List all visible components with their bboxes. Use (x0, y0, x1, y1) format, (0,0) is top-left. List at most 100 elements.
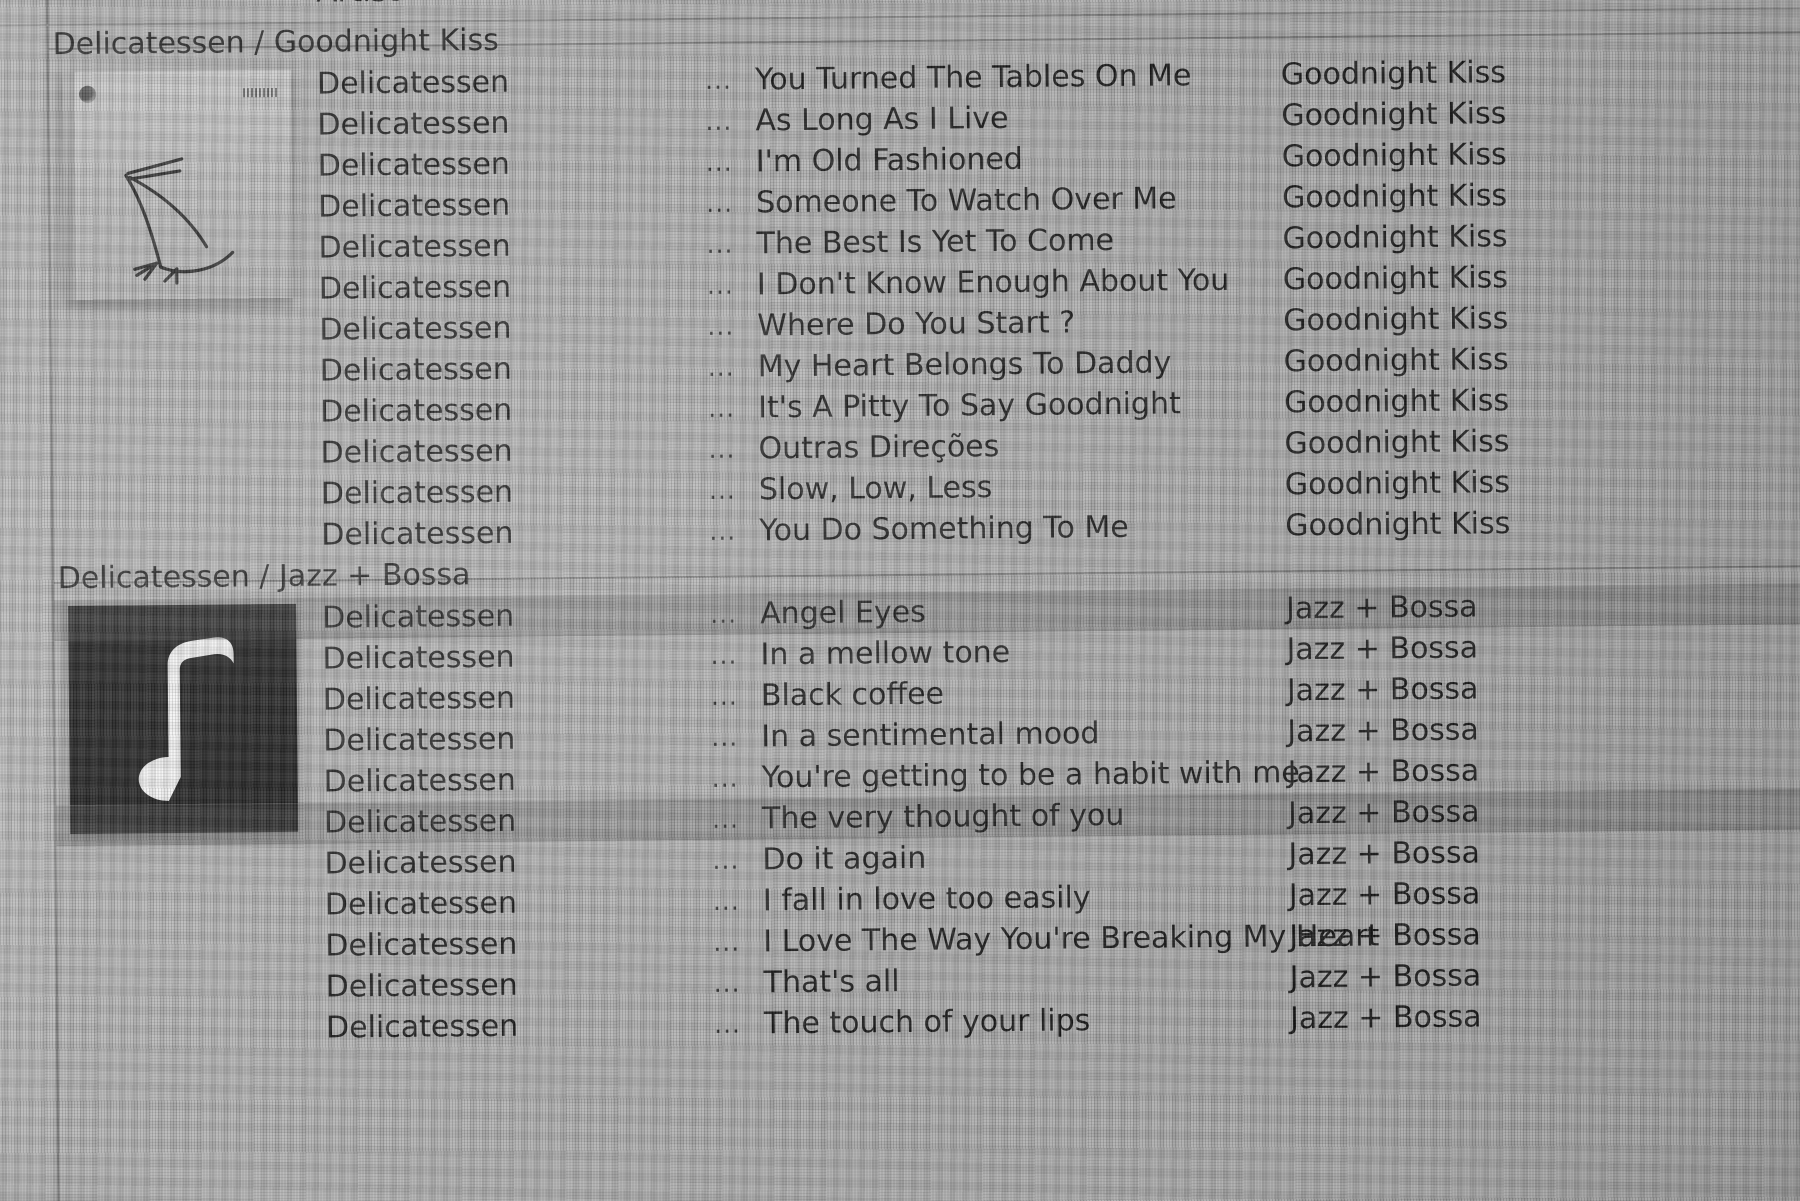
cell-album: Goodnight Kiss (1283, 301, 1509, 339)
cell-artist: Delicatessen (319, 392, 513, 430)
cell-album: Goodnight Kiss (1284, 424, 1510, 462)
cell-title: Angel Eyes (759, 594, 926, 632)
album-group-label: Delicatessen / Jazz + Bossa (57, 557, 471, 597)
cell-artist: Delicatessen (323, 721, 516, 759)
album-group: Delicatessen / Jazz + Bossa Delicatessen.… (53, 541, 1800, 1051)
cell-title: Outras Direções (758, 429, 1000, 467)
cell-title: You're getting to be a habit with me (761, 755, 1300, 796)
cell-overflow[interactable]: ... (708, 347, 735, 388)
cell-title: Where Do You Start ? (757, 305, 1076, 344)
cell-album: Goodnight Kiss (1282, 219, 1508, 257)
cell-artist: Delicatessen (322, 639, 515, 677)
cell-title: Do it again (762, 840, 927, 878)
cell-album: Jazz + Bossa (1289, 917, 1481, 955)
cell-title: The touch of your lips (763, 1003, 1091, 1042)
cell-title: I Don't Know Enough About You (756, 262, 1230, 303)
cell-album: Goodnight Kiss (1280, 55, 1507, 93)
cell-title: My Heart Belongs To Daddy (757, 345, 1172, 385)
cell-overflow[interactable]: ... (711, 717, 738, 758)
cell-overflow[interactable]: ... (708, 429, 735, 470)
cell-title: As Long As I Live (755, 100, 1009, 139)
cell-album: Jazz + Bossa (1289, 999, 1482, 1037)
cell-album: Jazz + Bossa (1288, 876, 1481, 914)
cell-title: Someone To Watch Over Me (755, 181, 1177, 221)
cell-title: In a sentimental mood (761, 716, 1100, 755)
album-group-body: Delicatessen... Angel Eyes Jazz + Bossa Del… (53, 583, 1800, 1051)
cell-artist: Delicatessen (317, 146, 511, 184)
cell-artist: Delicatessen (321, 598, 515, 636)
cell-album: Jazz + Bossa (1288, 835, 1481, 873)
cell-overflow[interactable]: ... (706, 183, 733, 224)
cell-overflow[interactable]: ... (711, 758, 739, 799)
cell-title: You Do Something To Me (759, 509, 1129, 549)
cell-artist: Delicatessen (324, 844, 517, 882)
cell-album: Goodnight Kiss (1283, 383, 1510, 421)
cell-overflow[interactable]: ... (710, 635, 737, 676)
column-header-title[interactable]: Title (706, 0, 773, 6)
cell-overflow[interactable]: ... (714, 1004, 741, 1045)
cell-album: Goodnight Kiss (1283, 342, 1509, 380)
cell-album: Jazz + Bossa (1286, 671, 1479, 709)
track-list-area: Artist ... Title Album Delicatessen / Go… (0, 0, 1800, 1201)
cell-overflow[interactable]: ... (712, 799, 739, 840)
cell-title: It's A Pitty To Say Goodnight (757, 386, 1181, 426)
cell-album: Goodnight Kiss (1284, 465, 1511, 503)
cell-title: Black coffee (760, 676, 945, 714)
cell-artist: Delicatessen (323, 762, 516, 800)
cell-album: Jazz + Bossa (1287, 753, 1480, 791)
cell-artist: Delicatessen (318, 228, 511, 266)
album-group-label: Delicatessen / Goodnight Kiss (52, 22, 499, 63)
cell-title: You Turned The Tables On Me (754, 58, 1192, 98)
column-header-artist[interactable]: Artist (316, 0, 399, 10)
cell-overflow[interactable]: ... (713, 881, 740, 922)
cell-overflow[interactable]: ... (709, 511, 736, 552)
cell-overflow[interactable]: ... (710, 594, 737, 635)
cell-artist: Delicatessen (320, 433, 513, 471)
cell-album: Jazz + Bossa (1289, 958, 1482, 996)
cell-album: Goodnight Kiss (1285, 506, 1511, 544)
cell-artist: Delicatessen (316, 64, 510, 102)
cell-artist: Delicatessen (325, 967, 518, 1005)
cell-overflow[interactable]: ... (707, 306, 734, 347)
cell-artist: Delicatessen (324, 885, 518, 923)
album-group: Delicatessen / Goodnight Kiss Delicatesse… (48, 7, 1800, 558)
cell-title: That's all (763, 964, 900, 1001)
cell-album: Goodnight Kiss (1282, 260, 1509, 298)
album-group-body: Delicatessen... You Turned The Tables On … (49, 49, 1800, 558)
cell-artist: Delicatessen (318, 187, 511, 225)
cell-title: Slow, Low, Less (758, 470, 993, 508)
cell-overflow[interactable]: ... (708, 388, 735, 429)
cell-artist: Delicatessen (317, 105, 510, 143)
cell-artist: Delicatessen (320, 474, 514, 512)
cell-overflow[interactable]: ... (711, 676, 738, 717)
cell-album: Jazz + Bossa (1287, 712, 1479, 750)
cell-overflow[interactable]: ... (712, 840, 739, 881)
cell-artist: Delicatessen (325, 926, 518, 964)
cell-title: I fall in love too easily (762, 880, 1091, 919)
cell-album: Jazz + Bossa (1286, 630, 1479, 668)
cell-overflow[interactable]: ... (713, 922, 740, 963)
cell-artist: Delicatessen (319, 351, 512, 389)
cell-artist: Delicatessen (325, 1008, 519, 1046)
cell-overflow[interactable]: ... (706, 224, 733, 265)
cell-overflow[interactable]: ... (707, 265, 734, 306)
cell-artist: Delicatessen (318, 269, 512, 307)
cell-artist: Delicatessen (321, 515, 514, 553)
cell-title: I Love The Way You're Breaking My Heart (763, 918, 1380, 960)
cell-overflow[interactable]: ... (705, 101, 732, 142)
cell-artist: Delicatessen (322, 680, 516, 718)
cell-title: The very thought of you (761, 797, 1125, 837)
cell-album: Jazz + Bossa (1285, 589, 1478, 627)
cell-album: Goodnight Kiss (1281, 137, 1507, 175)
cell-album: Jazz + Bossa (1287, 794, 1480, 832)
cell-artist: Delicatessen (323, 803, 517, 841)
cell-album: Goodnight Kiss (1281, 178, 1508, 216)
music-library-window: Artist ... Title Album Delicatessen / Go… (0, 0, 1800, 1201)
cell-overflow[interactable]: ... (713, 963, 741, 1004)
cell-title: In a mellow tone (760, 634, 1011, 673)
cell-album: Goodnight Kiss (1281, 96, 1507, 134)
cell-overflow[interactable]: ... (709, 470, 736, 511)
cell-overflow[interactable]: ... (706, 142, 733, 183)
cell-overflow[interactable]: ... (705, 60, 732, 101)
cell-title: The Best Is Yet To Come (756, 222, 1115, 262)
